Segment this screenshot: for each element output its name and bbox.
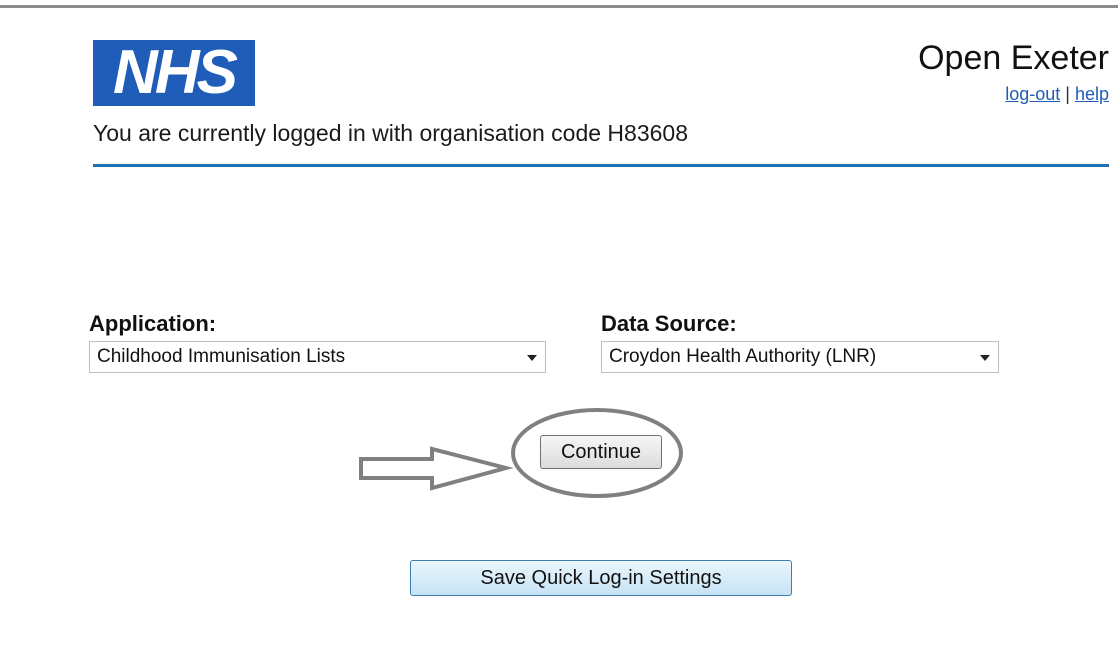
arrow-annotation [359,446,514,491]
continue-button[interactable]: Continue [540,435,662,469]
save-quick-login-settings-button[interactable]: Save Quick Log-in Settings [410,560,792,596]
